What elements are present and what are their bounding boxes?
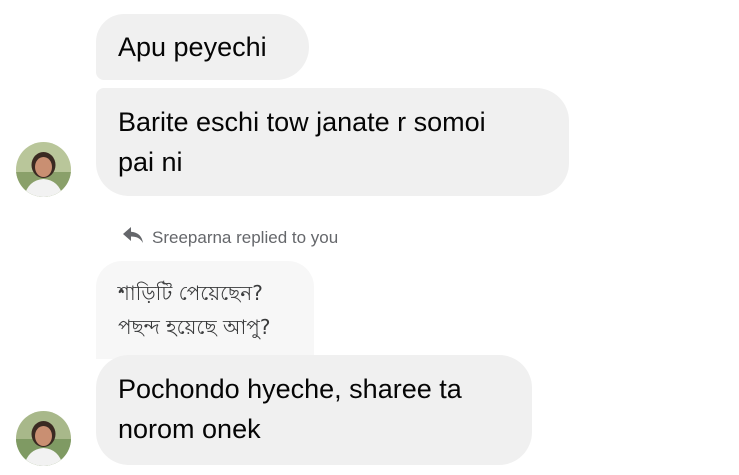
contact-avatar[interactable] (16, 142, 71, 197)
quoted-message[interactable]: শাড়িটি পেয়েছেন? পছন্দ হয়েছে আপু? (96, 261, 314, 359)
quoted-line: পছন্দ হয়েছে আপু? (118, 315, 271, 339)
quoted-line: শাড়িটি পেয়েছেন? (118, 281, 263, 305)
message-text: Barite eschi tow janate r somoi pai ni (118, 107, 486, 177)
reply-label: Sreeparna replied to you (152, 227, 339, 247)
message-bubble[interactable]: Barite eschi tow janate r somoi pai ni (96, 88, 569, 196)
message-bubble[interactable]: Apu peyechi (96, 14, 309, 80)
reply-arrow-icon (122, 226, 144, 249)
message-text: Apu peyechi (118, 32, 267, 62)
reply-indicator: Sreeparna replied to you (122, 226, 338, 249)
message-text: Pochondo hyeche, sharee ta norom onek (118, 374, 462, 444)
contact-avatar[interactable] (16, 411, 71, 466)
message-bubble[interactable]: Pochondo hyeche, sharee ta norom onek (96, 355, 532, 465)
